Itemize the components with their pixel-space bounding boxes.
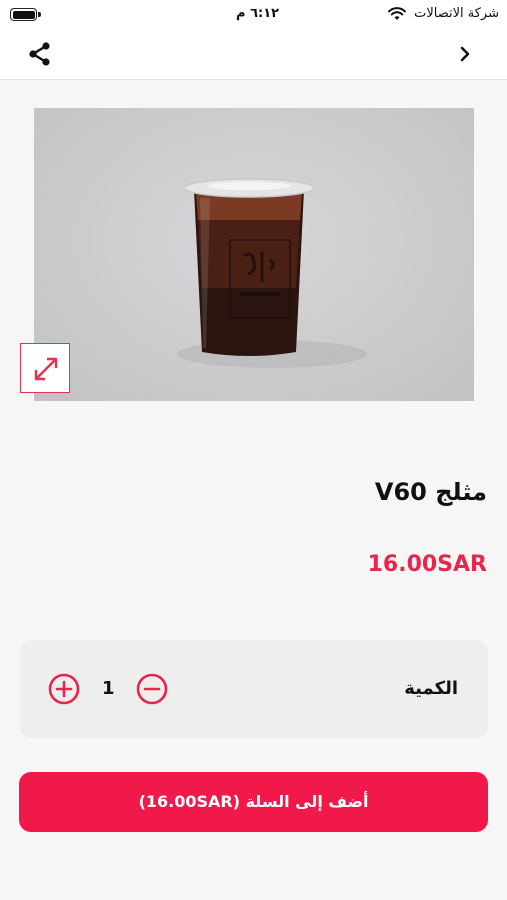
iced-coffee-cup-photo [177,178,367,368]
quantity-label: الكمية [404,678,458,699]
carrier-name: شركة الاتصالات [414,6,499,21]
status-bar: ٦:١٢ م شركة الاتصالات [0,0,507,30]
nav-bar [0,30,507,80]
expand-image-button[interactable] [20,343,70,393]
status-time: ٦:١٢ م [236,6,280,21]
add-to-cart-button[interactable]: أضف إلى السلة (16.00SAR) [19,772,488,832]
minus-circle-icon[interactable] [136,673,168,705]
product-price: 16.00SAR [367,552,487,577]
product-screen: ٦:١٢ م شركة الاتصالات مثلج V60 16.00SAR … [0,0,507,900]
wifi-icon [388,7,406,20]
plus-circle-icon[interactable] [48,673,80,705]
quantity-selector: 1 الكمية [20,640,488,738]
share-icon[interactable] [26,40,54,68]
battery-icon [10,8,41,21]
expand-arrows-icon [34,357,58,381]
product-image[interactable] [34,108,474,401]
quantity-value: 1 [102,678,115,699]
product-name: مثلج V60 [374,478,487,506]
chevron-right-icon[interactable] [453,42,477,66]
